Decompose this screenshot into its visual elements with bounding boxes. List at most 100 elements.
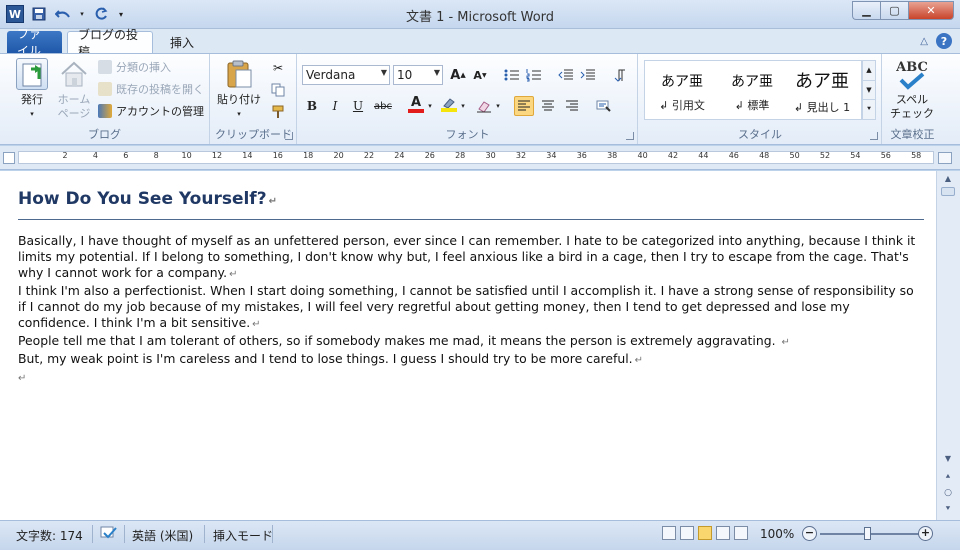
align-left-icon (518, 100, 530, 111)
minimize-ribbon-icon[interactable]: △ (920, 36, 928, 47)
zoom-in-icon[interactable]: + (918, 526, 933, 541)
font-size-dropdown-icon[interactable]: ▼ (434, 68, 440, 77)
numbering-icon[interactable] (524, 65, 544, 85)
insert-category-button[interactable]: 分類の挿入 (98, 58, 171, 76)
align-left-button[interactable] (514, 96, 534, 116)
align-center-icon (542, 100, 554, 111)
align-center-button[interactable] (538, 96, 558, 116)
open-existing-button[interactable]: 既存の投稿を開く (98, 80, 204, 98)
increase-indent-icon[interactable] (578, 65, 598, 85)
style-quote[interactable]: あア亜 ↲ 引用文 (647, 61, 717, 119)
tab-blog-post[interactable]: ブログの投稿 (67, 28, 153, 59)
styles-gallery-scroll: ▲ ▼ ⯆ (862, 60, 876, 120)
zoom-out-icon[interactable]: − (802, 526, 817, 541)
language-status[interactable]: 英語 (米国) (132, 527, 193, 544)
italic-button[interactable]: I (325, 96, 345, 116)
home-icon (58, 58, 90, 90)
publish-dropdown-icon: ▾ (30, 110, 34, 118)
show-hide-marks-icon[interactable] (611, 65, 631, 85)
group-proofing: ABC スペル チェック 文章校正 (883, 54, 960, 144)
shrink-font-icon[interactable]: A ▼ (470, 65, 490, 85)
styles-launcher-icon[interactable] (870, 132, 878, 140)
gallery-down-icon[interactable]: ▼ (863, 80, 875, 99)
web-layout-view-icon[interactable] (698, 526, 712, 540)
zoom-level[interactable]: 100% (760, 527, 794, 541)
strikethrough-button[interactable]: abc (371, 96, 395, 116)
copy-icon[interactable] (268, 80, 288, 100)
style-normal-name: ↲ 標準 (734, 99, 770, 112)
ruler-tick-label: 30 (485, 151, 496, 160)
next-page-icon[interactable]: ⯆ (941, 504, 955, 516)
bullets-icon[interactable] (502, 65, 522, 85)
tab-right-controls: △ ? (920, 33, 952, 49)
scroll-thumb[interactable] (941, 187, 955, 196)
close-button[interactable]: ✕ (908, 1, 954, 20)
ruler-tick-label: 44 (698, 151, 709, 160)
ruler-tick-label: 40 (637, 151, 648, 160)
paragraph-mark-icon: ↵ (229, 269, 238, 280)
word-count[interactable]: 文字数: 174 (16, 527, 83, 544)
clear-formatting-dropdown-icon[interactable]: ▾ (493, 96, 503, 116)
align-right-button[interactable] (562, 96, 582, 116)
grow-font-icon[interactable]: A ▲ (448, 65, 468, 85)
tab-selector-icon[interactable] (3, 152, 15, 164)
full-screen-reading-view-icon[interactable] (680, 526, 694, 540)
document-page[interactable]: How Do You See Yourself? ↵ Basically, I h… (0, 171, 936, 520)
help-icon[interactable]: ? (936, 33, 952, 49)
spelling-button[interactable]: ABC スペル チェック (885, 58, 939, 121)
font-launcher-icon[interactable] (626, 132, 634, 140)
highlight-dropdown-icon[interactable]: ▾ (458, 96, 468, 116)
decrease-indent-icon[interactable] (556, 65, 576, 85)
style-normal[interactable]: あア亜 ↲ 標準 (717, 61, 787, 119)
bold-button[interactable]: B (302, 96, 322, 116)
document-body[interactable]: Basically, I have thought of myself as a… (18, 233, 918, 387)
underline-button[interactable]: U (348, 96, 368, 116)
clipboard-launcher-icon[interactable] (285, 132, 293, 140)
ruler-tick-label: 26 (424, 151, 435, 160)
draft-view-icon[interactable] (734, 526, 748, 540)
ruler-toggle-icon[interactable] (938, 152, 952, 164)
style-quote-name: ↲ 引用文 (659, 99, 705, 112)
font-size-combo[interactable]: 10 ▼ (393, 65, 443, 85)
document-heading: How Do You See Yourself? ↵ (18, 189, 277, 209)
minimize-button[interactable]: ▁ (852, 1, 880, 20)
window-title: 文書 1 - Microsoft Word (405, 10, 555, 25)
gallery-up-icon[interactable]: ▲ (863, 61, 875, 80)
font-name-combo[interactable]: Verdana ▼ (302, 65, 390, 85)
insert-mode-status[interactable]: 挿入モード (213, 527, 273, 544)
vertical-scrollbar[interactable]: ▲ ▼ ⯅ ○ ⯆ (936, 171, 960, 520)
paste-button[interactable]: 貼り付け ▾ (217, 58, 261, 121)
tab-insert[interactable]: 挿入 (160, 31, 204, 53)
outline-view-icon[interactable] (716, 526, 730, 540)
print-layout-view-icon[interactable] (662, 526, 676, 540)
font-color-button[interactable]: A (406, 94, 426, 114)
previous-page-icon[interactable]: ⯅ (941, 472, 955, 484)
font-color-letter: A (410, 94, 422, 110)
paste-label: 貼り付け (217, 93, 261, 106)
style-inspector-icon[interactable] (594, 96, 614, 116)
format-painter-icon[interactable] (268, 102, 288, 122)
paste-dropdown-icon: ▾ (237, 110, 241, 118)
scroll-up-icon[interactable]: ▲ (941, 174, 955, 186)
ruler-tick-label: 46 (728, 151, 739, 160)
zoom-slider-thumb[interactable] (864, 527, 871, 540)
font-color-dropdown-icon[interactable]: ▾ (425, 96, 435, 116)
style-heading-1[interactable]: あア亜 ↲ 見出し 1 (787, 61, 857, 119)
highlight-button[interactable] (439, 94, 459, 114)
clear-formatting-icon[interactable] (474, 96, 494, 116)
proofing-status-icon[interactable] (100, 525, 118, 544)
scroll-down-icon[interactable]: ▼ (941, 454, 955, 466)
font-name-dropdown-icon[interactable]: ▼ (381, 68, 387, 77)
group-font: Verdana ▼ 10 ▼ A ▲ A ▼ B I U abc A ▾ ▾ ▾… (298, 54, 638, 144)
cut-icon[interactable]: ✂ (268, 58, 288, 78)
maximize-button[interactable]: ▢ (880, 1, 908, 20)
gallery-more-icon[interactable]: ⯆ (863, 99, 875, 118)
browse-object-icon[interactable]: ○ (941, 488, 955, 500)
ruler-tick-label: 18 (303, 151, 314, 160)
publish-button[interactable]: 発行 ▾ (10, 58, 54, 121)
home-page-button[interactable]: ホーム ページ (54, 58, 94, 121)
manage-accounts-button[interactable]: アカウントの管理 (98, 102, 204, 120)
tab-file[interactable]: ファイル (7, 27, 62, 58)
horizontal-ruler[interactable]: 2 4 6 8 10 12 14 16 18 20 22 24 26 28 30 32 34 36 38 40 42 44… (0, 146, 960, 170)
ruler-labels: 2 4 6 8 10 12 14 16 18 20 22 24 26 28 30 32 34 36 38 40 42 44… (39, 151, 951, 165)
